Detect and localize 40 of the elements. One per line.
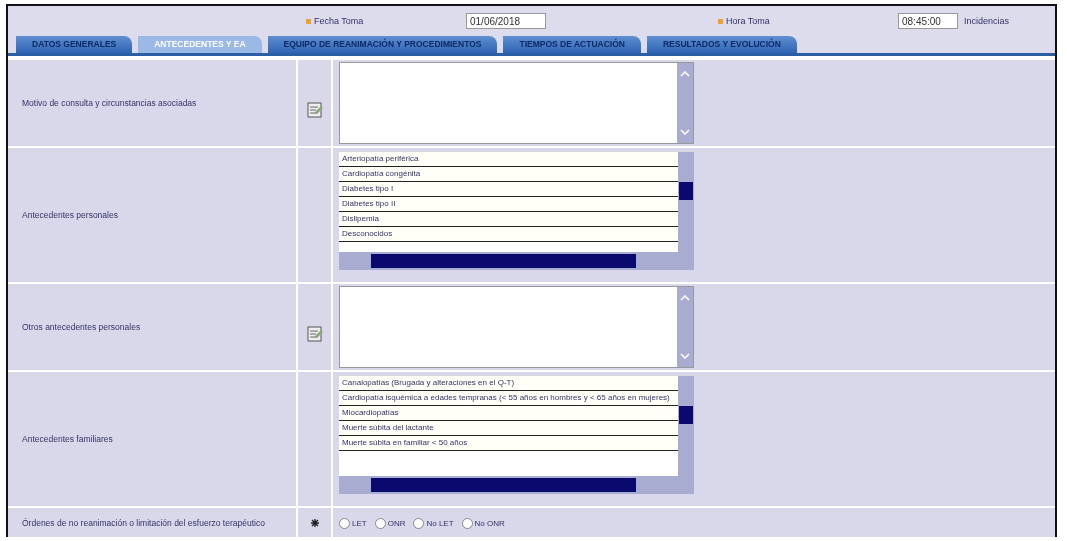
scrollbar[interactable] [677,287,693,367]
list-option[interactable]: Arteriopatía periférica [339,152,678,167]
row-label: Otros antecedentes personales [22,322,141,332]
chevron-up-icon[interactable] [680,295,690,301]
field-label: Hora Toma [718,16,868,26]
radio-option[interactable]: No ONR [461,517,505,529]
list-option[interactable]: Cardiopatía congénita [339,167,678,182]
row-label: Órdenes de no reanimación o limitación del esfuerzo terapéutico [22,518,265,528]
scrollbar[interactable] [339,252,694,270]
list-option[interactable]: Miocardiopatías [339,406,678,421]
field-label: Fecha Toma [306,16,466,26]
list-option[interactable]: Canalopatías (Brugada y alteraciones en el Q-T) [339,376,678,391]
scrollbar[interactable] [678,376,694,476]
scrollbar[interactable] [678,152,694,252]
radio-option[interactable]: ONR [374,517,406,529]
list-option[interactable]: Muerte súbita del lactante [339,421,678,436]
list-option[interactable]: Cardiopatía isquémica a edades tempranas (< 55 años en hombres y < 65 años en mujeres) [339,391,678,406]
row-label: Antecedentes personales [22,210,118,220]
list-option[interactable]: Desconocidos [339,227,678,242]
chevron-down-icon[interactable] [680,129,690,135]
row-label: Antecedentes familiares [22,434,113,444]
edit-icon[interactable] [306,102,323,118]
date-field[interactable]: 01/06/2018 [466,13,546,29]
chevron-up-icon[interactable] [680,71,690,77]
time-field[interactable]: 08:45:00 [898,13,958,29]
list-option[interactable]: Diabetes tipo I [339,182,678,197]
radio-option[interactable]: No LET [413,517,454,529]
list-option[interactable]: Diabetes tipo II [339,197,678,212]
row-label: Motivo de consulta y circunstancias asociadas [22,98,197,108]
scrollbar[interactable] [339,476,694,494]
list-option[interactable]: Dislipemia [339,212,678,227]
field-label: Incidencias [964,16,1010,26]
chevron-down-icon[interactable] [680,353,690,359]
asterisk-icon [310,519,319,527]
edit-icon[interactable] [306,326,323,342]
scrollbar[interactable] [677,63,693,143]
text-area[interactable] [339,286,694,368]
radio-option[interactable]: LET [339,517,367,529]
list-option[interactable]: Muerte súbita en familiar < 50 años [339,436,678,451]
text-area[interactable] [339,62,694,144]
